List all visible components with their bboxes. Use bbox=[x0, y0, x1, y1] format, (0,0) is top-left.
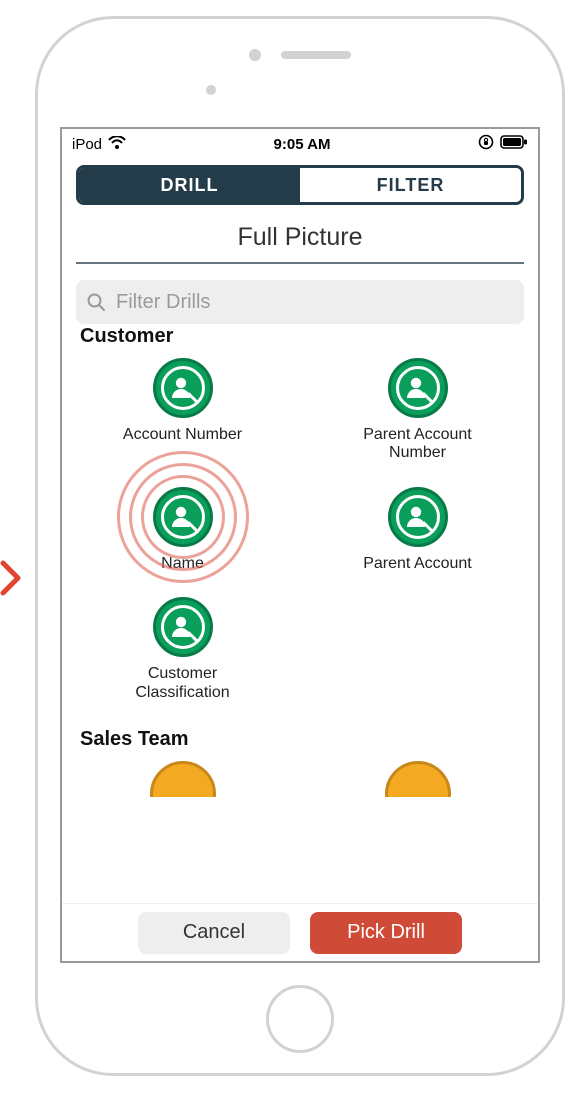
clock: 9:05 AM bbox=[274, 136, 331, 153]
search-icon bbox=[86, 292, 106, 312]
tab-drill[interactable]: DRILL bbox=[79, 168, 300, 202]
pick-drill-button[interactable]: Pick Drill bbox=[310, 912, 462, 954]
drill-item-label: Parent Account bbox=[363, 555, 472, 573]
customer-grid: Account Number Parent Account Number bbox=[76, 358, 524, 722]
person-magnifier-icon bbox=[153, 597, 213, 657]
drill-item-label: Customer Classification bbox=[108, 665, 258, 702]
battery-icon bbox=[500, 135, 528, 153]
tab-filter[interactable]: FILTER bbox=[300, 168, 521, 202]
person-magnifier-icon bbox=[153, 358, 213, 418]
drill-item-label: Parent Account Number bbox=[343, 426, 493, 463]
footer-actions: Cancel Pick Drill bbox=[62, 903, 538, 961]
drill-filter-segmented: DRILL FILTER bbox=[76, 165, 524, 205]
search-bar[interactable] bbox=[76, 280, 524, 324]
cancel-button[interactable]: Cancel bbox=[138, 912, 290, 954]
sales-team-grid bbox=[76, 761, 524, 817]
search-input[interactable] bbox=[114, 290, 514, 315]
next-step-chevron-icon[interactable] bbox=[0, 560, 22, 596]
drill-item-parent-account[interactable]: Parent Account bbox=[315, 487, 520, 573]
drill-item-sales-team-1[interactable] bbox=[80, 761, 285, 797]
wifi-icon bbox=[108, 136, 126, 153]
drill-item-label: Name bbox=[161, 555, 204, 573]
page-title: Full Picture bbox=[62, 219, 538, 262]
drill-item-sales-team-2[interactable] bbox=[315, 761, 520, 797]
drill-item-name[interactable]: Name bbox=[80, 487, 285, 573]
sales-person-icon bbox=[383, 761, 453, 797]
phone-top-sensors bbox=[38, 49, 562, 61]
status-bar: iPod 9:05 AM bbox=[62, 129, 538, 159]
sales-person-icon bbox=[148, 761, 218, 797]
drill-item-parent-account-number[interactable]: Parent Account Number bbox=[315, 358, 520, 463]
person-magnifier-icon bbox=[388, 358, 448, 418]
screen: iPod 9:05 AM bbox=[60, 127, 540, 963]
home-button[interactable] bbox=[266, 985, 334, 1053]
section-header-customer: Customer bbox=[80, 325, 520, 348]
person-magnifier-icon bbox=[153, 487, 213, 547]
drill-item-label: Account Number bbox=[123, 426, 242, 444]
iphone-frame: iPod 9:05 AM bbox=[35, 16, 565, 1076]
person-magnifier-icon bbox=[388, 487, 448, 547]
orientation-lock-icon bbox=[478, 134, 494, 154]
device-label: iPod bbox=[72, 136, 102, 153]
drill-item-customer-classification[interactable]: Customer Classification bbox=[80, 597, 285, 702]
drill-item-account-number[interactable]: Account Number bbox=[80, 358, 285, 463]
section-header-sales-team: Sales Team bbox=[80, 728, 520, 751]
title-divider bbox=[76, 262, 524, 264]
drill-list[interactable]: Customer Account Number bbox=[62, 319, 538, 903]
